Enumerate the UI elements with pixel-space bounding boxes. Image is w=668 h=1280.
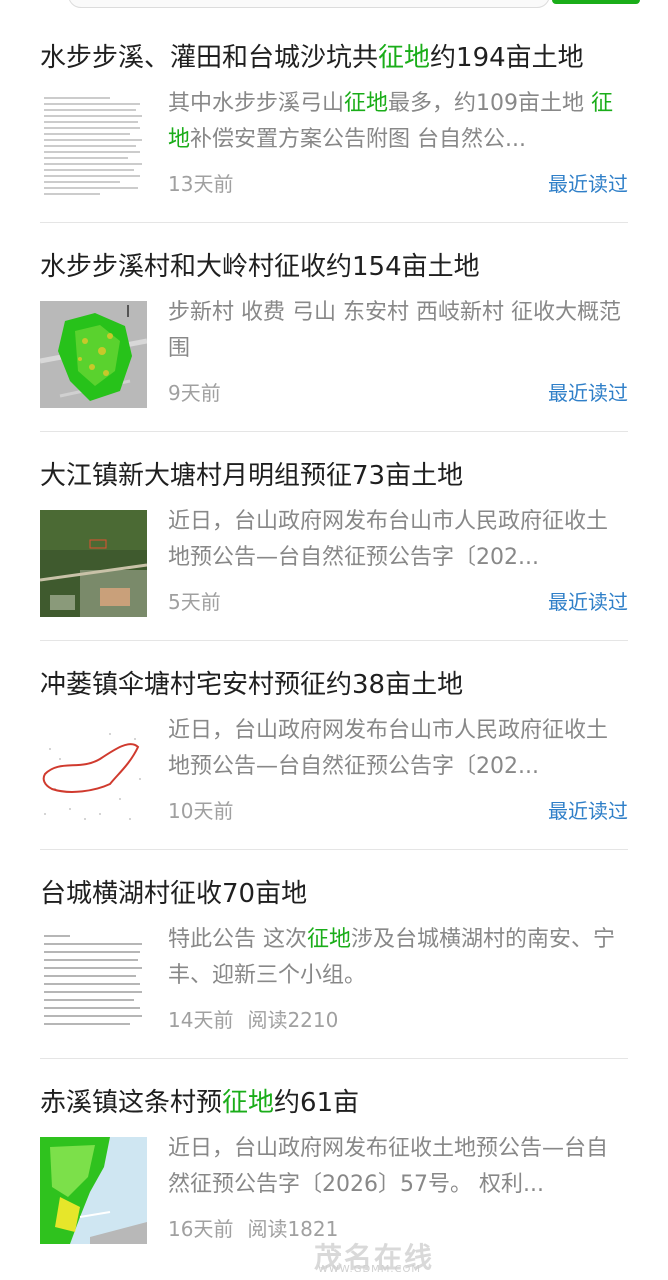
- watermark-url: WWW.GDMM.COM: [318, 1264, 422, 1275]
- map-green-thumbnail: [40, 301, 147, 408]
- article-title[interactable]: 冲蒌镇伞塘村宅安村预征约38亩土地: [40, 667, 628, 703]
- article-snippet: 步新村 收费 弓山 东安村 西岐新村 征收大概范围: [168, 300, 621, 361]
- article-title[interactable]: 大江镇新大塘村月明组预征73亩土地: [40, 458, 628, 494]
- article-meta: 10天前: [168, 795, 233, 824]
- publish-time: 13天前: [168, 172, 234, 196]
- recently-read-badge: 最近读过: [548, 590, 628, 614]
- list-item[interactable]: 水步步溪、灌田和台城沙坑共征地约194亩土地 其中水步步溪弓山征地最多，约109…: [40, 14, 628, 223]
- site-watermark: 茂名在线 WWW.GDMM.COM: [238, 1236, 438, 1276]
- satellite-thumbnail: [40, 510, 147, 617]
- article-title[interactable]: 水步步溪村和大岭村征收约154亩土地: [40, 249, 628, 285]
- boundary-map-thumbnail: [40, 719, 147, 826]
- recently-read-badge: 最近读过: [548, 799, 628, 823]
- article-meta: 13天前: [168, 168, 233, 197]
- map-green-thumbnail: [40, 1137, 147, 1244]
- article-title[interactable]: 台城横湖村征收70亩地: [40, 876, 628, 912]
- recently-read-badge: 最近读过: [548, 381, 628, 405]
- document-thumbnail: [40, 92, 147, 199]
- article-title[interactable]: 水步步溪、灌田和台城沙坑共征地约194亩土地: [40, 40, 628, 76]
- article-title[interactable]: 赤溪镇这条村预征地约61亩: [40, 1085, 628, 1121]
- article-snippet: 其中水步步溪弓山征地最多，约109亩土地 征地补偿安置方案公告附图 台自然公..…: [168, 91, 614, 152]
- article-snippet: 近日，台山政府网发布征收土地预公告—台自然征预公告字〔2026〕57号。 权利.…: [168, 1136, 609, 1197]
- list-item[interactable]: 冲蒌镇伞塘村宅安村预征约38亩土地 近日，台山政府网发布台山市人民政府征收土地预…: [40, 641, 628, 850]
- article-meta: 9天前: [168, 377, 221, 406]
- search-bar-area: [0, 0, 668, 14]
- recently-read-badge: 最近读过: [548, 172, 628, 196]
- article-meta: 14天前 阅读2210: [168, 1004, 338, 1033]
- search-button[interactable]: [552, 0, 640, 4]
- article-list: 水步步溪、灌田和台城沙坑共征地约194亩土地 其中水步步溪弓山征地最多，约109…: [40, 14, 628, 1267]
- publish-time: 10天前: [168, 799, 234, 823]
- article-snippet: 特此公告 这次征地涉及台城横湖村的南安、宁丰、迎新三个小组。: [168, 927, 616, 988]
- article-meta: 5天前: [168, 586, 221, 615]
- list-item[interactable]: 水步步溪村和大岭村征收约154亩土地 步新村 收费 弓山 东安村 西岐新村 征收…: [40, 223, 628, 432]
- publish-time: 5天前: [168, 590, 221, 614]
- list-item[interactable]: 台城横湖村征收70亩地 特此公告 这次征地涉及台城横湖村的南安、宁丰、迎新三个小…: [40, 850, 628, 1059]
- read-count: 阅读2210: [247, 1008, 339, 1032]
- publish-time: 14天前: [168, 1008, 234, 1032]
- article-snippet: 近日，台山政府网发布台山市人民政府征收土地预公告—台自然征预公告字〔202...: [168, 718, 609, 779]
- publish-time: 16天前: [168, 1217, 234, 1241]
- publish-time: 9天前: [168, 381, 221, 405]
- list-item[interactable]: 大江镇新大塘村月明组预征73亩土地 近日，台山政府网发布台山市人民政府征收土地预…: [40, 432, 628, 641]
- document-thumbnail: [40, 928, 147, 1035]
- search-input[interactable]: [68, 0, 550, 8]
- article-snippet: 近日，台山政府网发布台山市人民政府征收土地预公告—台自然征预公告字〔202...: [168, 509, 609, 570]
